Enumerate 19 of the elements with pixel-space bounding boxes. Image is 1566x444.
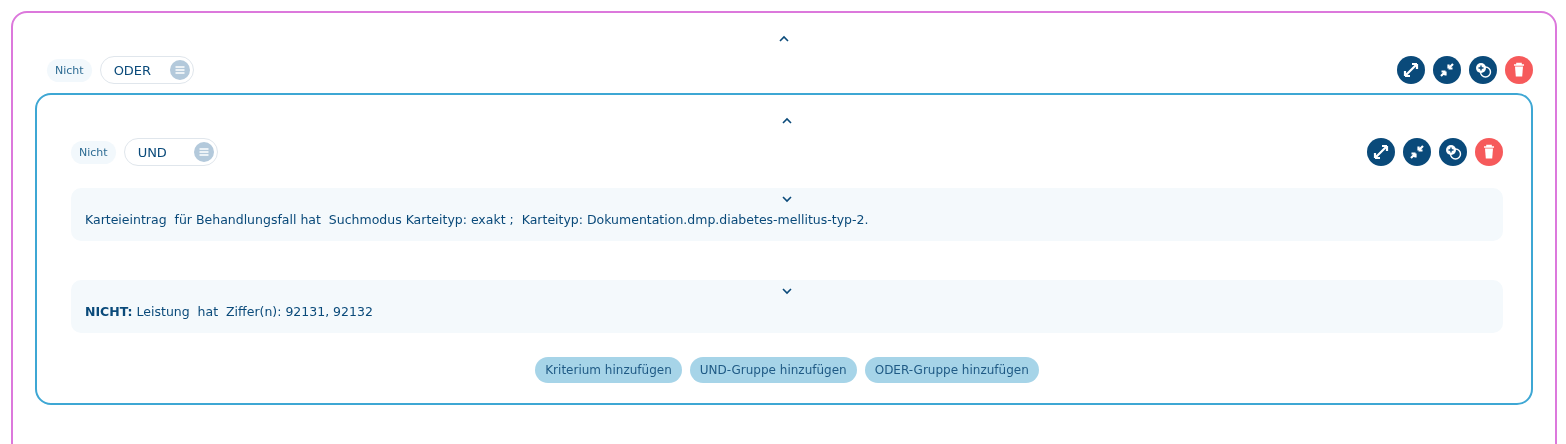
duplicate-icon[interactable] [1439,138,1467,166]
collapse-icon[interactable] [1433,56,1461,84]
criterion-text: NICHT: Leistung hat Ziffer(n): 92131, 92132 [85,304,374,319]
delete-icon[interactable] [1475,138,1503,166]
add-button[interactable]: Kriterium hinzufügen [535,357,682,383]
add-button[interactable]: ODER-Gruppe hinzufügen [864,357,1039,383]
negate-toggle[interactable]: Nicht [71,140,116,164]
chevron-down-icon[interactable] [781,195,793,203]
chevron-down-icon[interactable] [781,287,793,295]
chevron-up-icon[interactable] [778,35,790,43]
chevron-up-icon[interactable] [781,117,793,125]
delete-icon[interactable] [1505,56,1533,84]
duplicate-icon[interactable] [1469,56,1497,84]
criterion-text: Karteieintrag für Behandlungsfall hat Suchmodus Karteityp: exakt ; Karteityp: Dokumentation.dmp.diabetes-mellitus-typ-2. [85,212,870,227]
negate-toggle[interactable]: Nicht [47,58,92,82]
add-button[interactable]: UND-Gruppe hinzufügen [689,357,857,383]
collapse-icon[interactable] [1403,138,1431,166]
expand-icon[interactable] [1397,56,1425,84]
expand-icon[interactable] [1367,138,1395,166]
